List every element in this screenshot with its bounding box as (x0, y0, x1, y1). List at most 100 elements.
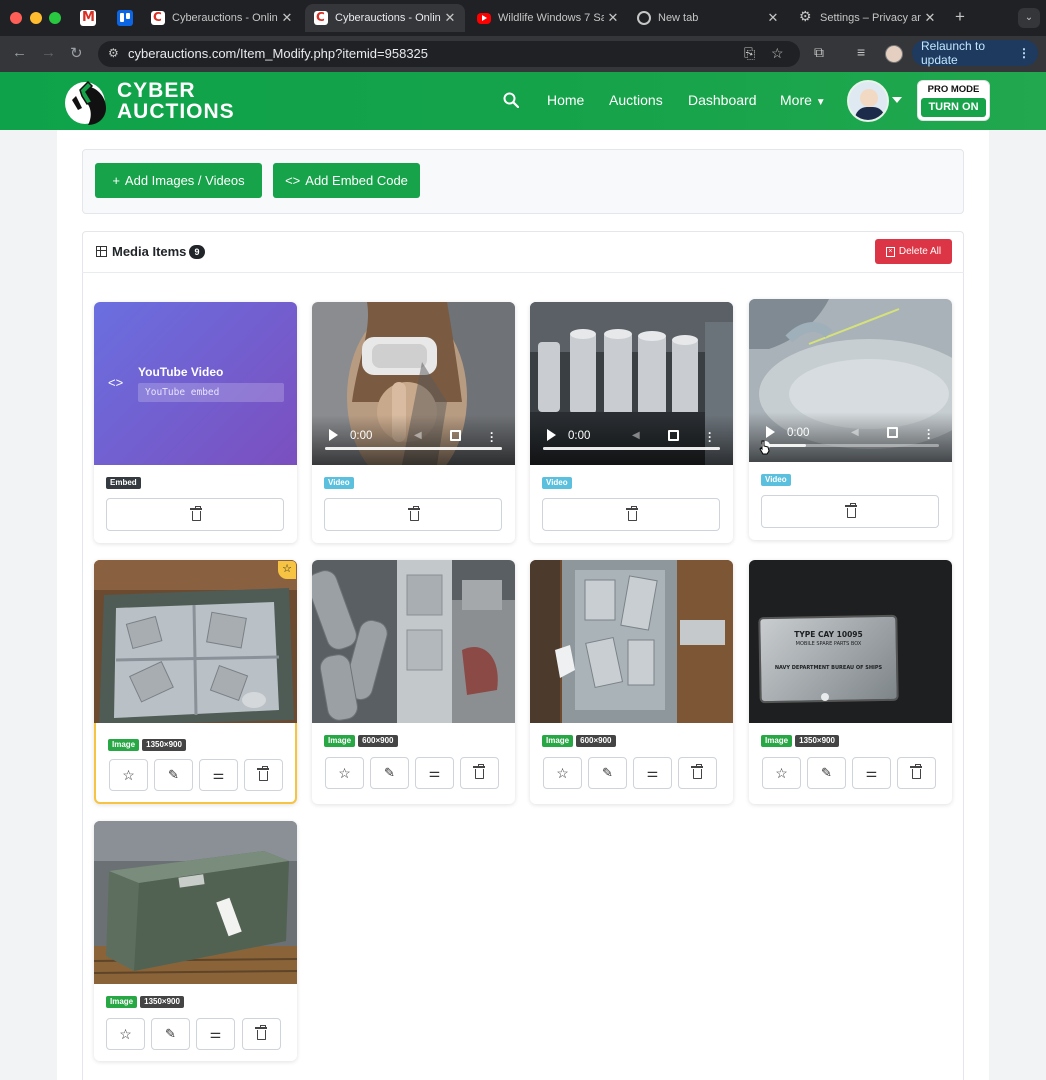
adjust-image-button[interactable]: ⚌ (196, 1018, 235, 1050)
set-featured-button[interactable]: ☆ (543, 757, 582, 789)
avatar-caret-down-icon[interactable] (892, 97, 902, 103)
cyberauctions-icon (314, 10, 328, 25)
forward-arrow-icon[interactable]: → (41, 44, 56, 61)
star-icon: ☆ (556, 765, 569, 781)
pro-mode-turn-on-button[interactable]: TURN ON (921, 98, 986, 117)
close-window-button[interactable] (10, 12, 22, 24)
add-embed-code-button[interactable]: <> Add Embed Code (273, 163, 420, 198)
set-featured-button[interactable]: ☆ (106, 1018, 145, 1050)
embed-thumbnail[interactable]: <> YouTube Video YouTube embed (94, 302, 297, 465)
site-logo-text[interactable]: CYBER AUCTIONS (117, 80, 235, 122)
video-time: 0:00 (350, 430, 373, 442)
site-info-icon[interactable]: ⚙ (108, 46, 119, 60)
video-progress-bar[interactable] (325, 447, 502, 450)
video-progress-bar[interactable] (762, 444, 939, 447)
browser-tab[interactable]: Cyberauctions - Onlin ✕ (142, 4, 302, 32)
close-tab-icon[interactable]: ✕ (604, 10, 622, 26)
cyberauctions-logo-icon[interactable] (62, 78, 112, 126)
photo-crate-parts (530, 560, 733, 723)
user-avatar[interactable] (847, 80, 889, 122)
adjust-image-button[interactable]: ⚌ (633, 757, 672, 789)
image-thumbnail[interactable]: TYPE CAY 10095 MOBILE SPARE PARTS BOX NA… (749, 560, 952, 723)
set-featured-button[interactable]: ☆ (109, 759, 148, 791)
relaunch-to-update-button[interactable]: Relaunch to update ⋮ (912, 39, 1038, 67)
edit-image-button[interactable]: ✎ (370, 757, 409, 789)
browser-tab[interactable]: Wildlife Windows 7 Sa ✕ (468, 4, 628, 32)
nav-more-dropdown[interactable]: More ▼ (780, 92, 826, 108)
delete-image-button[interactable] (678, 757, 717, 789)
bookmark-star-icon[interactable]: ☆ (771, 45, 784, 62)
pro-mode-box: PRO MODE TURN ON (918, 81, 989, 120)
nav-auctions-link[interactable]: Auctions (609, 92, 663, 108)
pencil-icon: ✎ (165, 1026, 176, 1041)
image-thumbnail[interactable] (94, 821, 297, 984)
nav-home-link[interactable]: Home (547, 92, 584, 108)
fullscreen-icon[interactable] (668, 430, 679, 441)
image-thumbnail[interactable] (530, 560, 733, 723)
browser-tab[interactable]: New tab ✕ (628, 4, 788, 32)
video-player[interactable]: 0:00 ◀ · · · (749, 299, 952, 462)
media-items-header (82, 231, 964, 273)
close-tab-icon[interactable]: ✕ (921, 10, 939, 26)
adjust-image-button[interactable]: ⚌ (852, 757, 891, 789)
minimize-window-button[interactable] (30, 12, 42, 24)
trello-pinned-tab-icon[interactable] (117, 10, 133, 26)
set-featured-button[interactable]: ☆ (762, 757, 801, 789)
volume-icon[interactable]: ◀ (851, 427, 862, 438)
video-controls: 0:00 ◀ · · · (312, 415, 515, 465)
search-icon[interactable] (503, 92, 519, 108)
nav-dashboard-link[interactable]: Dashboard (688, 92, 757, 108)
browser-profile-avatar[interactable] (885, 45, 903, 63)
delete-media-button[interactable] (761, 495, 939, 528)
image-thumbnail[interactable] (94, 560, 297, 723)
close-tab-icon[interactable]: ✕ (764, 10, 782, 26)
new-tab-button[interactable]: + (955, 7, 965, 27)
video-player[interactable]: 0:00 ◀ · · · (312, 302, 515, 465)
play-icon[interactable] (329, 429, 338, 441)
star-icon: ☆ (775, 765, 788, 781)
url-text[interactable]: cyberauctions.com/Item_Modify.php?itemid… (128, 46, 428, 61)
delete-image-button[interactable] (460, 757, 499, 789)
delete-image-button[interactable] (242, 1018, 281, 1050)
browser-tab-active[interactable]: Cyberauctions - Onlin ✕ (305, 4, 465, 32)
delete-media-button[interactable] (542, 498, 720, 531)
adjust-image-button[interactable]: ⚌ (415, 757, 454, 789)
extensions-icon[interactable]: ⧉ (814, 44, 824, 61)
delete-image-button[interactable] (897, 757, 936, 789)
browser-tab[interactable]: Settings – Privacy and ✕ (790, 4, 945, 32)
play-icon[interactable] (547, 429, 556, 441)
edit-image-button[interactable]: ✎ (154, 759, 193, 791)
close-tab-icon[interactable]: ✕ (441, 10, 459, 26)
reading-list-icon[interactable]: ≡ (857, 44, 865, 60)
delete-media-button[interactable] (106, 498, 284, 531)
edit-image-button[interactable]: ✎ (588, 757, 627, 789)
fullscreen-icon[interactable] (887, 427, 898, 438)
volume-icon[interactable]: ◀ (632, 430, 643, 441)
maximize-window-button[interactable] (49, 12, 61, 24)
adjust-image-button[interactable]: ⚌ (199, 759, 238, 791)
edit-image-button[interactable]: ✎ (807, 757, 846, 789)
volume-icon[interactable]: ◀ (414, 430, 425, 441)
close-tab-icon[interactable]: ✕ (278, 10, 296, 26)
address-bar[interactable]: ⚙ cyberauctions.com/Item_Modify.php?item… (98, 41, 800, 67)
more-vert-icon[interactable]: · · · (708, 427, 712, 447)
tab-search-button[interactable]: ⌄ (1018, 8, 1040, 28)
gmail-pinned-tab-icon[interactable] (80, 10, 96, 26)
more-vert-icon[interactable]: · · · (490, 427, 494, 447)
delete-all-button[interactable]: × Delete All (875, 239, 952, 264)
set-featured-button[interactable]: ☆ (325, 757, 364, 789)
more-vert-icon[interactable]: · · · (927, 424, 931, 444)
delete-media-button[interactable] (324, 498, 502, 531)
fullscreen-icon[interactable] (450, 430, 461, 441)
edit-image-button[interactable]: ✎ (151, 1018, 190, 1050)
play-icon[interactable] (766, 426, 775, 438)
type-badge: Video (542, 477, 572, 489)
reload-icon[interactable]: ↻ (70, 44, 83, 62)
install-app-icon[interactable]: ⎘ (744, 45, 755, 62)
delete-image-button[interactable] (244, 759, 283, 791)
back-arrow-icon[interactable]: ← (12, 44, 27, 61)
image-thumbnail[interactable] (312, 560, 515, 723)
add-images-videos-button[interactable]: + Add Images / Videos (95, 163, 262, 198)
video-player[interactable]: 0:00 ◀ · · · (530, 302, 733, 465)
video-progress-bar[interactable] (543, 447, 720, 450)
